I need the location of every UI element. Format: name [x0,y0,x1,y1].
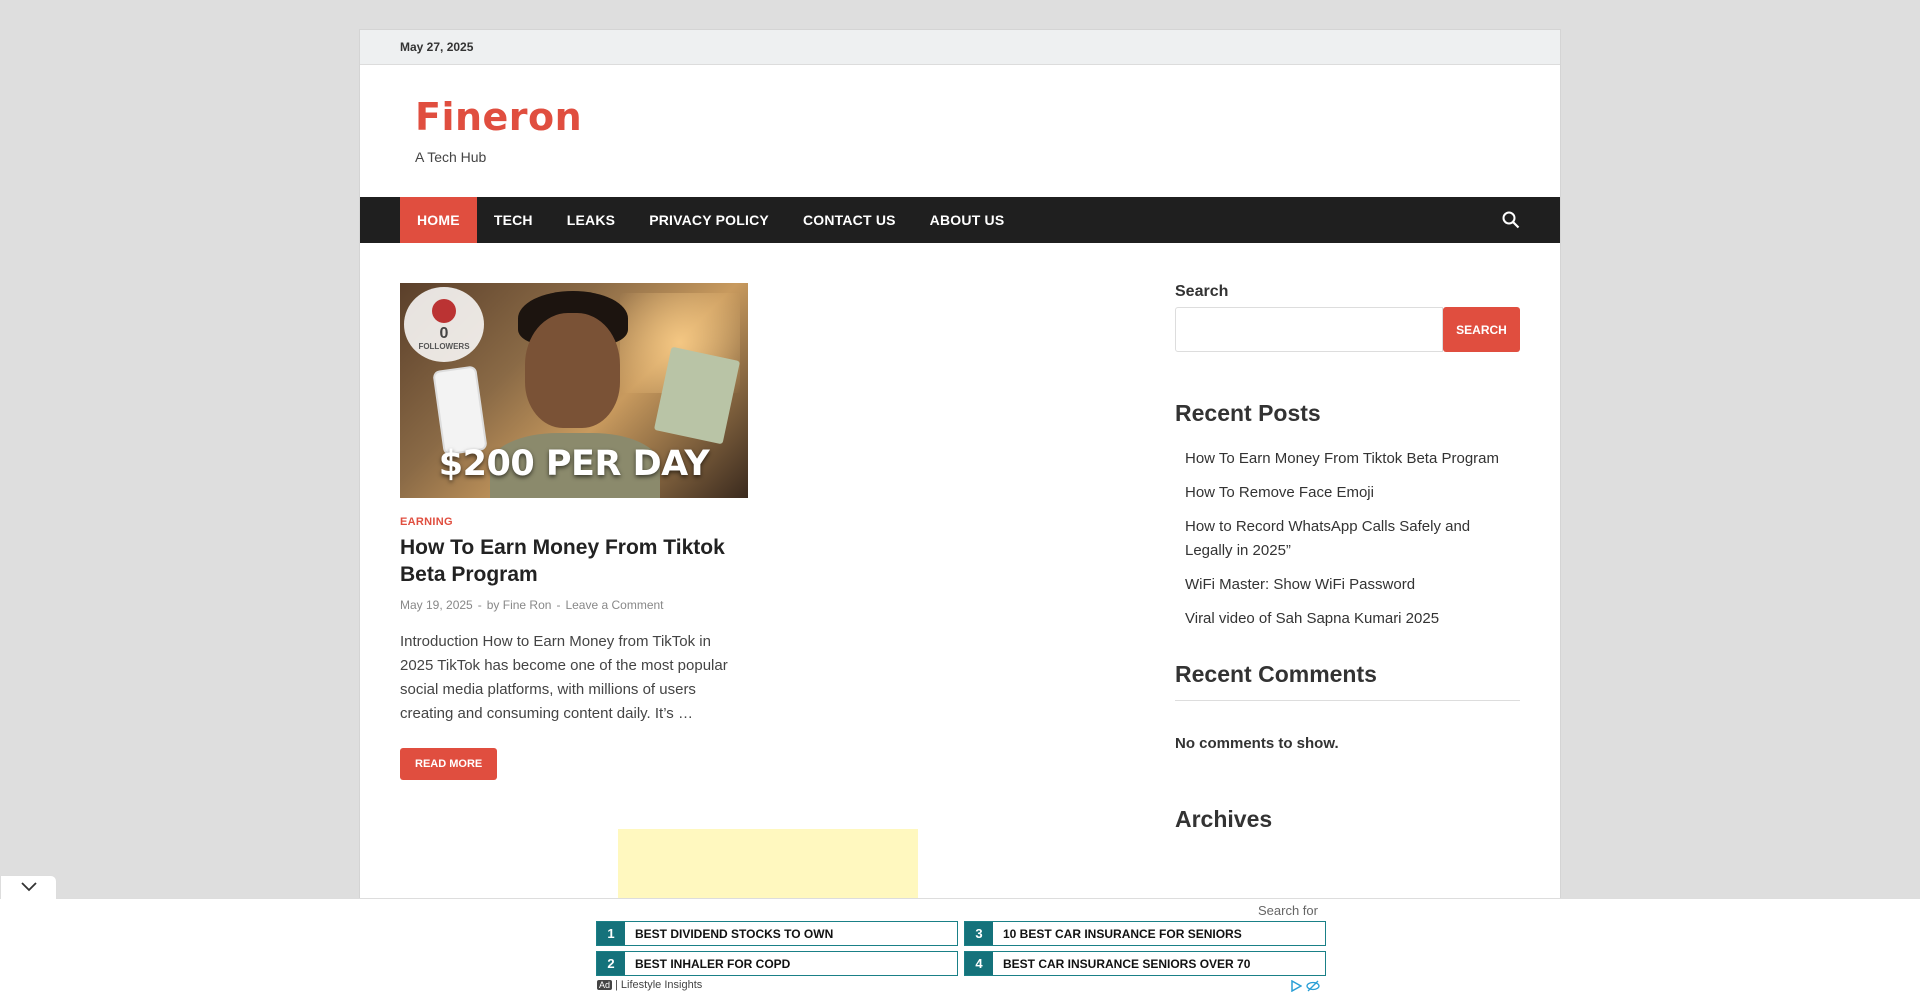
nav-item-home[interactable]: HOME [400,197,477,243]
follower-label: FOLLOWERS [418,341,470,351]
ad-search-for: Search for [1258,903,1318,918]
site-title[interactable]: Fineron [415,95,1560,139]
post-thumbnail[interactable]: 0 FOLLOWERS $200 PER DAY [400,283,748,498]
ad-item-text: BEST INHALER FOR COPD [635,956,791,971]
search-button[interactable]: SEARCH [1443,307,1520,352]
post-by: by [486,598,500,612]
site-container: May 27, 2025 Fineron A Tech Hub HOME TEC… [359,29,1561,993]
ad-search-item[interactable]: 4 BEST CAR INSURANCE SENIORS OVER 70 [964,951,1326,976]
thumbnail-phone [432,365,488,456]
search-icon[interactable] [1502,211,1520,229]
recent-post-link[interactable]: WiFi Master: Show WiFi Password [1185,573,1520,597]
ad-item-number: 3 [965,922,993,945]
post-title[interactable]: How To Earn Money From Tiktok Beta Progr… [400,534,748,588]
site-tagline: A Tech Hub [415,149,487,165]
post-meta: May 19, 2025- by Fine Ron - Leave a Comment [400,598,748,612]
recent-comments-title: Recent Comments [1175,661,1377,687]
ad-search-item[interactable]: 2 BEST INHALER FOR COPD [596,951,958,976]
thumbnail-follower-badge: 0 FOLLOWERS [404,287,484,362]
sidebar: Search SEARCH Recent Posts How To Earn M… [1175,283,1520,833]
adchoices-icon[interactable] [1290,979,1303,993]
post-author[interactable]: Fine Ron [503,598,552,612]
ad-footer: Ad | Lifestyle Insights [597,979,702,991]
post-category[interactable]: EARNING [400,516,748,528]
ad-tag: Ad [597,980,613,990]
main-navigation: HOME TECH LEAKS PRIVACY POLICY CONTACT U… [360,197,1560,243]
search-form: SEARCH [1175,307,1520,352]
read-more-button[interactable]: READ MORE [400,748,498,780]
ad-item-number: 1 [597,922,625,945]
archives-title: Archives [1175,806,1273,832]
search-input[interactable] [1175,307,1443,352]
anchor-ad-bar: Search for 1 BEST DIVIDEND STOCKS TO OWN… [0,898,1920,993]
follower-count: 0 [439,324,449,342]
thumbnail-caption: $200 PER DAY [438,444,710,484]
ad-search-item[interactable]: 1 BEST DIVIDEND STOCKS TO OWN [596,921,958,946]
post-card: 0 FOLLOWERS $200 PER DAY EARNING How To … [400,283,748,780]
ad-item-text: 10 BEST CAR INSURANCE FOR SENIORS [1003,926,1242,941]
recent-posts-widget: Recent Posts How To Earn Money From Tikt… [1175,400,1520,631]
ad-item-text: BEST DIVIDEND STOCKS TO OWN [635,926,834,941]
no-comments-text: No comments to show. [1175,735,1339,752]
nav-item-about-us[interactable]: ABOUT US [913,197,1022,243]
recent-comments-widget: Recent Comments No comments to show. [1175,661,1520,752]
nav-item-tech[interactable]: TECH [477,197,550,243]
comments-link[interactable]: Leave a Comment [565,598,663,612]
meta-separator: - [556,598,561,612]
recent-posts-title: Recent Posts [1175,400,1321,426]
archives-widget: Archives [1175,806,1520,833]
current-date: May 27, 2025 [400,40,474,54]
hide-ad-icon[interactable] [1306,979,1320,993]
site-branding: Fineron A Tech Hub [360,65,1560,197]
thumbnail-face [525,313,620,428]
recent-post-link[interactable]: How to Record WhatsApp Calls Safely and … [1185,515,1520,563]
post-date[interactable]: May 19, 2025 [400,598,473,612]
ad-source[interactable]: | Lifestyle Insights [615,979,702,991]
ad-choices[interactable] [1290,979,1320,993]
recent-post-link[interactable]: How To Remove Face Emoji [1185,481,1520,505]
avatar [432,298,456,323]
search-label: Search [1175,283,1229,300]
recent-posts-list: How To Earn Money From Tiktok Beta Progr… [1175,447,1520,631]
ad-item-number: 2 [597,952,625,975]
nav-item-leaks[interactable]: LEAKS [550,197,632,243]
ad-item-text: BEST CAR INSURANCE SENIORS OVER 70 [1003,956,1251,971]
nav-item-privacy-policy[interactable]: PRIVACY POLICY [632,197,786,243]
recent-post-link[interactable]: Viral video of Sah Sapna Kumari 2025 [1185,607,1520,631]
ad-search-item[interactable]: 3 10 BEST CAR INSURANCE FOR SENIORS [964,921,1326,946]
ad-item-number: 4 [965,952,993,975]
collapse-ad-button[interactable] [0,875,57,899]
divider [1175,700,1520,701]
post-excerpt: Introduction How to Earn Money from TikT… [400,633,728,722]
nav-item-contact-us[interactable]: CONTACT US [786,197,913,243]
meta-separator: - [477,598,482,612]
recent-post-link[interactable]: How To Earn Money From Tiktok Beta Progr… [1185,447,1520,471]
top-bar: May 27, 2025 [360,30,1560,65]
chevron-down-icon [20,879,37,897]
